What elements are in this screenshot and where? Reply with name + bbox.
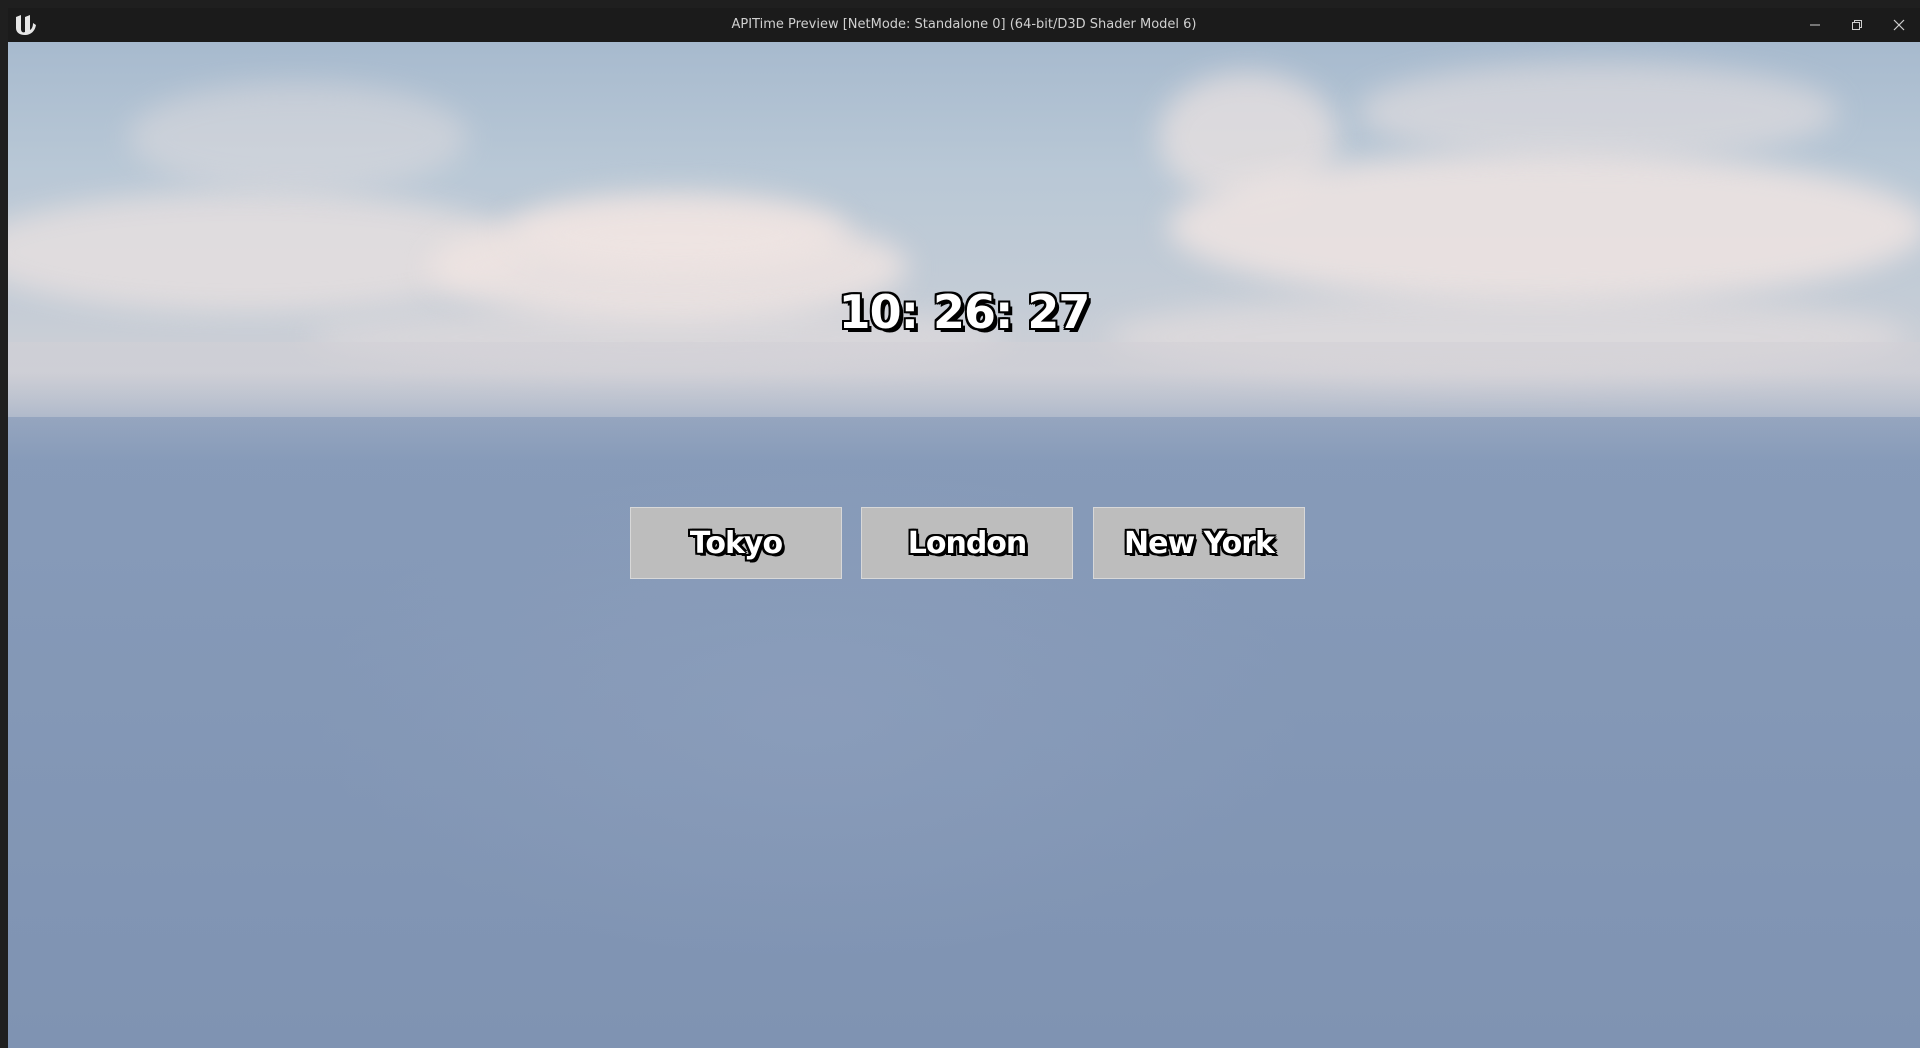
title-bar[interactable]: APITime Preview [NetMode: Standalone 0] … xyxy=(8,8,1920,42)
new-york-button-label: New York xyxy=(1124,525,1275,561)
restore-icon xyxy=(1851,16,1863,35)
tokyo-button[interactable]: Tokyo xyxy=(630,507,842,579)
window-title: APITime Preview [NetMode: Standalone 0] … xyxy=(731,17,1197,32)
cloud xyxy=(1168,152,1920,302)
cloud xyxy=(128,82,468,192)
app-window: APITime Preview [NetMode: Standalone 0] … xyxy=(0,0,1920,1048)
city-button-row: Tokyo London New York xyxy=(8,507,1920,581)
clock-display: 10: 26: 27 xyxy=(838,285,1091,339)
cloud xyxy=(1358,62,1838,162)
minimize-icon xyxy=(1809,16,1821,35)
game-viewport[interactable]: 10: 26: 27 Tokyo London New York xyxy=(8,42,1920,1048)
close-button[interactable] xyxy=(1878,8,1920,42)
unreal-engine-logo-icon xyxy=(13,13,39,37)
tokyo-button-label: Tokyo xyxy=(689,525,783,561)
restore-button[interactable] xyxy=(1836,8,1878,42)
horizon-haze xyxy=(8,342,1920,462)
close-icon xyxy=(1893,16,1905,35)
london-button-label: London xyxy=(907,525,1028,561)
new-york-button[interactable]: New York xyxy=(1093,507,1305,579)
minimize-button[interactable] xyxy=(1794,8,1836,42)
cloud xyxy=(508,192,848,272)
london-button[interactable]: London xyxy=(861,507,1073,579)
